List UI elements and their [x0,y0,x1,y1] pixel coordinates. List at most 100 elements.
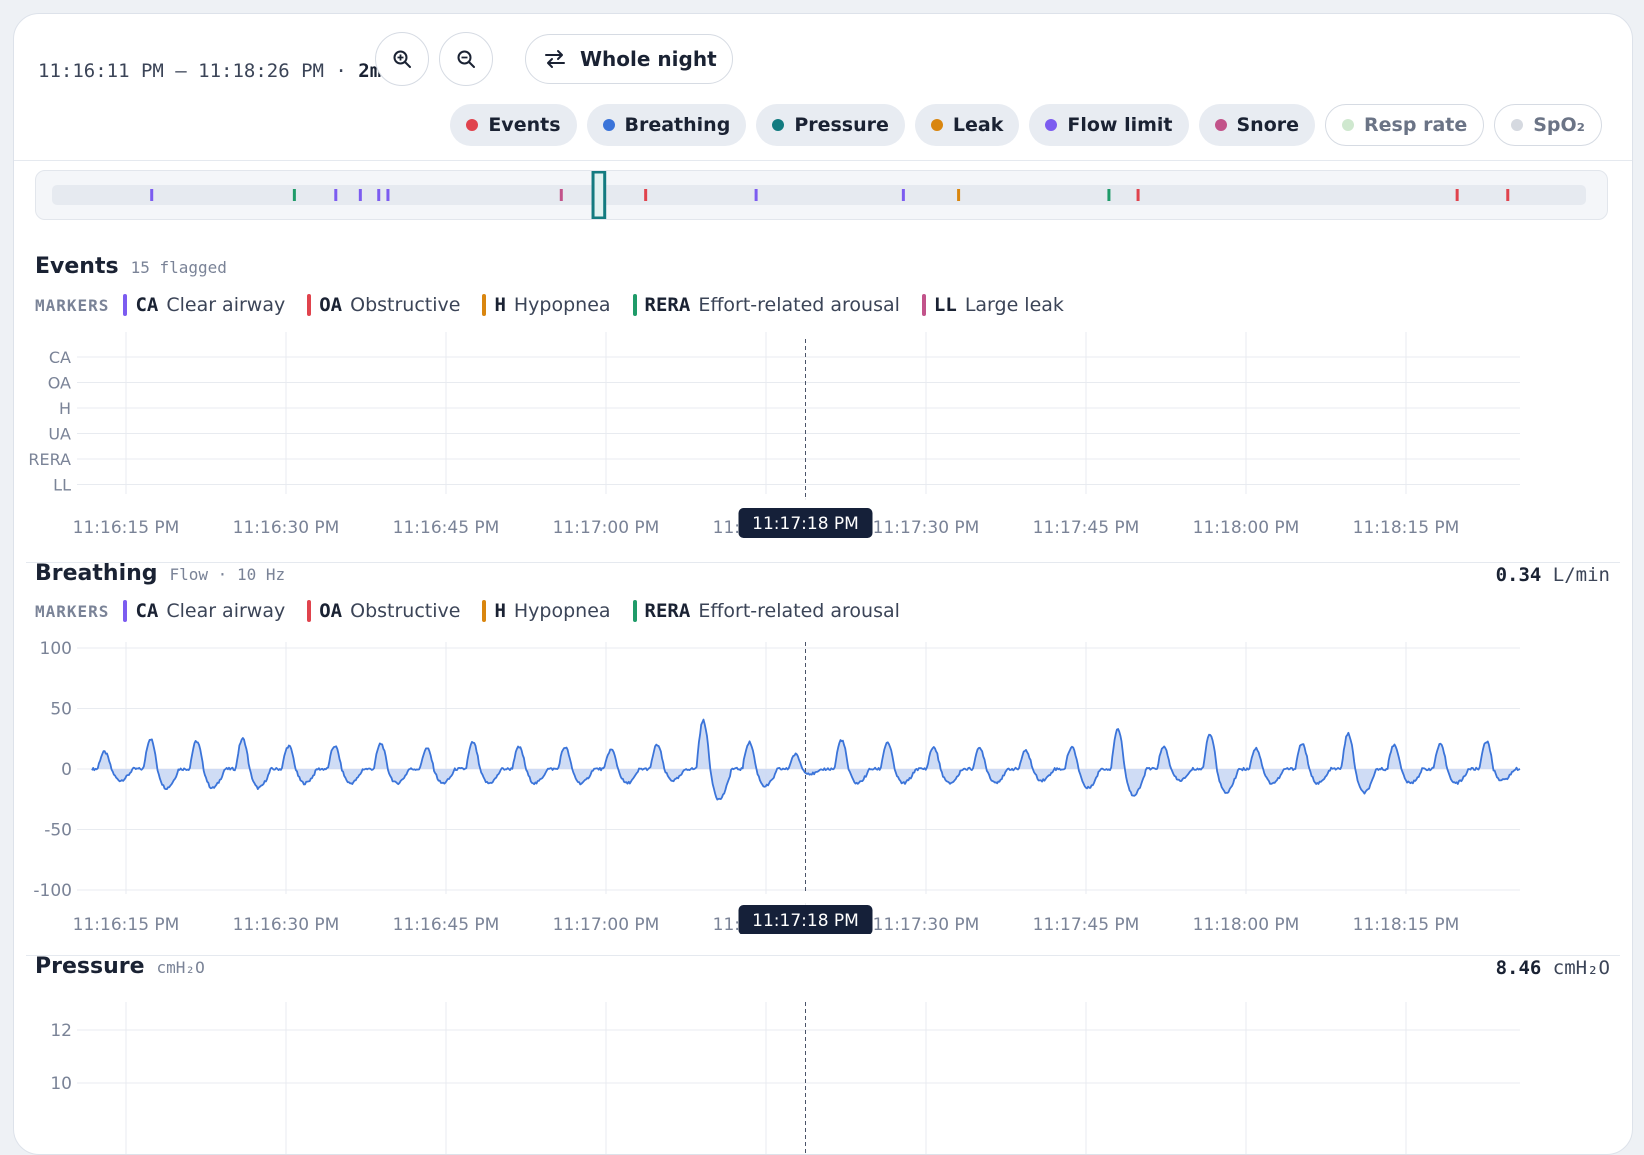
whole-night-button[interactable]: Whole night [525,34,733,84]
chip-events[interactable]: Events [450,104,577,146]
breathing-readout-unit: L/min [1552,564,1610,586]
events-title: Events [35,254,119,279]
chip-label: Breathing [624,114,731,136]
markers-label: MARKERS [35,295,110,315]
chip-resp-rate[interactable]: Resp rate [1325,104,1485,146]
marker-swatch [482,294,487,316]
overview-event-tick [377,189,381,201]
chip-flow-limit[interactable]: Flow limit [1029,104,1189,146]
breathing-chart[interactable]: 100 50 0 -50 -10011:16:15 PM 11:16:30 PM 11:16… [14,634,1632,934]
flow-area [92,719,1520,800]
overview-event-tick [1506,189,1510,201]
marker-name: Hypopnea [513,600,611,622]
zoom-out-button[interactable] [439,32,493,86]
chip-label: Resp rate [1364,114,1468,136]
chip-dot [1045,119,1058,131]
chip-breathing[interactable]: Breathing [586,104,747,146]
x-tick-label: 11:18:00 PM [1193,915,1300,934]
overview-window-handle[interactable] [591,170,607,220]
overview-event-tick [150,189,154,201]
marker-rera: RERA Effort-related arousal [632,294,900,316]
marker-name: Clear airway [166,294,286,316]
chip-spo[interactable]: SpO₂ [1494,104,1602,146]
x-tick-label: 11:17:30 PM [873,518,980,538]
overview-event-tick [1107,189,1111,201]
overview-event-tick [901,189,905,201]
marker-name: Effort-related arousal [698,294,900,316]
x-tick-label: 11:16:30 PM [233,518,340,538]
x-tick-label: 11:18:15 PM [1353,518,1460,538]
y-tick-label: -100 [33,881,72,901]
overview-event-tick [334,189,338,201]
marker-swatch [632,600,637,622]
swap-arrows-icon [545,50,565,68]
section-divider [26,955,1620,956]
y-tick-label: -50 [44,821,72,841]
pressure-readout-value: 8.46 [1495,957,1542,979]
marker-name: Effort-related arousal [698,600,900,622]
marker-ll: LL Large leak [921,294,1064,316]
sleep-report-card: 11:16:11 PM – 11:18:26 PM · 2m Whole nig… [13,13,1633,1155]
chip-pressure[interactable]: Pressure [756,104,905,146]
breathing-readout: 0.34 L/min [1496,564,1610,586]
chip-label: Pressure [794,114,889,136]
y-tick-label: 12 [50,1021,72,1041]
overview-strip[interactable] [35,170,1608,220]
events-chart[interactable]: CA OA H UA RERA LL 11:16:15 PM 11:16:30 PM 11:16… [14,324,1632,544]
marker-oa: OA Obstructive [307,294,460,316]
event-row-label: RERA [28,450,71,469]
event-row-label: UA [48,425,71,444]
marker-code: OA [319,294,343,316]
x-tick-label: 11:17:00 PM [553,915,660,934]
events-markers-legend: MARKERS CA Clear airway OA Obstructive H Hypop… [35,294,1076,316]
zoom-in-button[interactable] [375,32,429,86]
overview-timeline[interactable] [36,170,1607,220]
chip-dot [930,119,943,131]
chip-dot [772,119,785,131]
chip-leak[interactable]: Leak [914,104,1020,146]
x-tick-label: 11:18:15 PM [1353,915,1460,934]
marker-oa: OA Obstructive [307,600,460,622]
marker-name: Hypopnea [513,294,611,316]
chip-dot [602,119,615,131]
events-subtitle: 15 flagged [130,258,227,277]
chip-label: Flow limit [1067,114,1173,136]
marker-swatch [307,294,312,316]
x-tick-label: 11:16:30 PM [233,915,340,934]
event-row-label: CA [49,348,71,367]
marker-code: OA [319,600,343,622]
marker-swatch [482,600,487,622]
x-tick-label: 11:17:00 PM [553,518,660,538]
x-tick-label: 11:17:30 PM [873,915,980,934]
x-tick-label: 11:17:45 PM [1033,518,1140,538]
marker-rera: RERA Effort-related arousal [632,600,900,622]
x-tick-label: 11:17:45 PM [1033,915,1140,934]
marker-ca: CA Clear airway [123,600,285,622]
range-text: 11:16:11 PM – 11:18:26 PM · [38,60,359,82]
marker-code: RERA [644,294,691,316]
event-row-label: LL [53,476,71,495]
overview-event-tick [559,189,563,201]
zoom-in-icon [393,50,411,68]
marker-code: H [494,294,506,316]
overview-event-tick [957,189,961,201]
overview-event-tick [292,189,296,201]
x-tick-label: 11:18:00 PM [1193,518,1300,538]
marker-name: Clear airway [166,600,286,622]
marker-swatch [632,294,637,316]
event-row-label: H [59,399,71,418]
marker-ca: CA Clear airway [123,294,285,316]
chip-label: Snore [1236,114,1300,136]
pressure-header: Pressure cmH₂O [35,954,205,979]
marker-name: Obstructive [350,600,461,622]
toolbar: 11:16:11 PM – 11:18:26 PM · 2m Whole nig… [14,14,1632,161]
pressure-chart[interactable]: 12 10 [14,994,1632,1154]
chip-label: Events [488,114,561,136]
overview-event-tick [754,189,758,201]
marker-h: H Hypopnea [482,294,611,316]
chip-label: SpO₂ [1533,114,1585,136]
marker-code: H [494,600,506,622]
marker-swatch [123,294,128,316]
chip-snore[interactable]: Snore [1198,104,1316,146]
chip-dot [466,119,479,131]
